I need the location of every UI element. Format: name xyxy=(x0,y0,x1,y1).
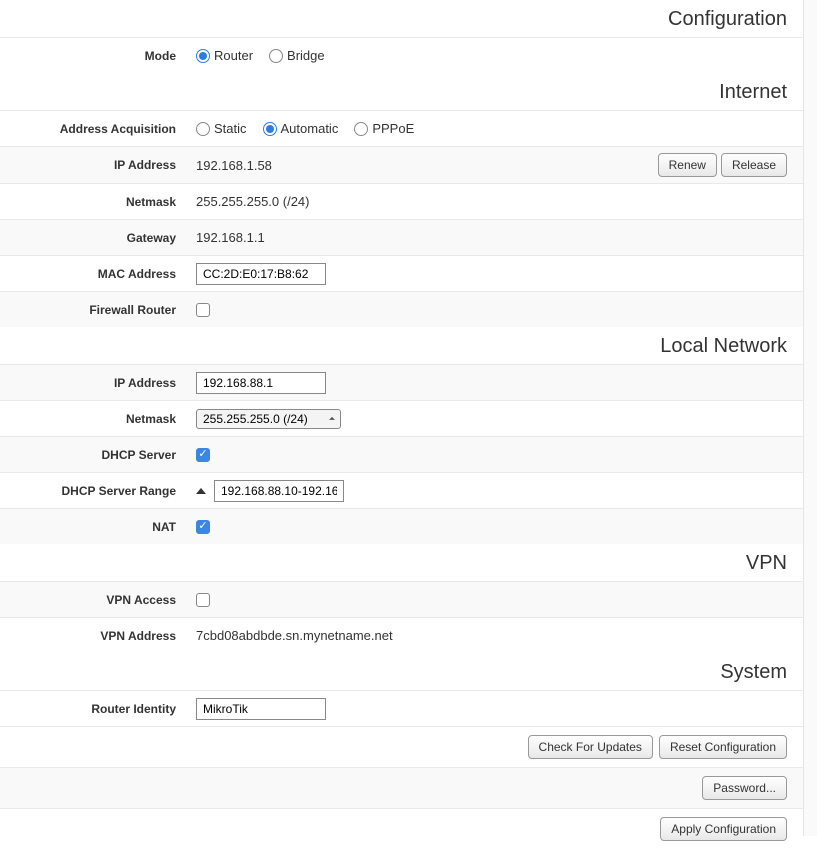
local-ip-input[interactable] xyxy=(196,372,326,394)
mac-address-input[interactable] xyxy=(196,263,326,285)
local-ip-label: IP Address xyxy=(16,376,196,390)
vpn-access-checkbox[interactable] xyxy=(196,593,210,607)
dhcp-range-input[interactable] xyxy=(214,480,344,502)
gateway-value: 192.168.1.1 xyxy=(196,230,787,245)
reset-config-button[interactable]: Reset Configuration xyxy=(659,735,787,759)
apply-config-button[interactable]: Apply Configuration xyxy=(660,817,787,841)
addr-radio-pppoe[interactable]: PPPoE xyxy=(354,121,414,136)
local-netmask-label: Netmask xyxy=(16,412,196,426)
firewall-router-checkbox[interactable] xyxy=(196,303,210,317)
vpn-access-label: VPN Access xyxy=(16,593,196,607)
radio-label: PPPoE xyxy=(372,121,414,136)
nat-label: NAT xyxy=(16,520,196,534)
radio-label: Static xyxy=(214,121,247,136)
radio-icon xyxy=(263,122,277,136)
mac-address-label: MAC Address xyxy=(16,267,196,281)
local-netmask-select[interactable]: 255.255.255.0 (/24) xyxy=(196,409,341,429)
vpn-address-value: 7cbd08abdbde.sn.mynetname.net xyxy=(196,628,787,643)
mode-radio-router[interactable]: Router xyxy=(196,48,253,63)
dhcp-server-checkbox[interactable] xyxy=(196,448,210,462)
release-button[interactable]: Release xyxy=(721,153,787,177)
mode-radio-group: Router Bridge xyxy=(196,48,325,63)
internet-ip-value: 192.168.1.58 xyxy=(196,158,658,173)
section-header-internet: Internet xyxy=(0,73,803,110)
internet-netmask-value: 255.255.255.0 (/24) xyxy=(196,194,787,209)
radio-icon xyxy=(269,49,283,63)
mode-label: Mode xyxy=(16,49,196,63)
radio-icon xyxy=(354,122,368,136)
section-header-system: System xyxy=(0,653,803,690)
collapse-arrow-icon[interactable] xyxy=(196,488,206,494)
scrollbar[interactable] xyxy=(803,0,817,836)
section-header-local-network: Local Network xyxy=(0,327,803,364)
addr-radio-static[interactable]: Static xyxy=(196,121,247,136)
addr-radio-automatic[interactable]: Automatic xyxy=(263,121,339,136)
radio-label: Automatic xyxy=(281,121,339,136)
nat-checkbox[interactable] xyxy=(196,520,210,534)
section-header-configuration: Configuration xyxy=(0,0,803,37)
radio-label: Bridge xyxy=(287,48,325,63)
password-button[interactable]: Password... xyxy=(702,776,787,800)
internet-netmask-label: Netmask xyxy=(16,195,196,209)
radio-label: Router xyxy=(214,48,253,63)
firewall-router-label: Firewall Router xyxy=(16,303,196,317)
router-identity-label: Router Identity xyxy=(16,702,196,716)
section-header-vpn: VPN xyxy=(0,544,803,581)
dhcp-server-label: DHCP Server xyxy=(16,448,196,462)
address-acquisition-radio-group: Static Automatic PPPoE xyxy=(196,121,414,136)
router-identity-input[interactable] xyxy=(196,698,326,720)
radio-icon xyxy=(196,49,210,63)
gateway-label: Gateway xyxy=(16,231,196,245)
internet-ip-label: IP Address xyxy=(16,158,196,172)
vpn-address-label: VPN Address xyxy=(16,629,196,643)
renew-button[interactable]: Renew xyxy=(658,153,717,177)
mode-radio-bridge[interactable]: Bridge xyxy=(269,48,325,63)
dhcp-range-label: DHCP Server Range xyxy=(16,484,196,498)
address-acquisition-label: Address Acquisition xyxy=(16,122,196,136)
radio-icon xyxy=(196,122,210,136)
check-updates-button[interactable]: Check For Updates xyxy=(528,735,653,759)
